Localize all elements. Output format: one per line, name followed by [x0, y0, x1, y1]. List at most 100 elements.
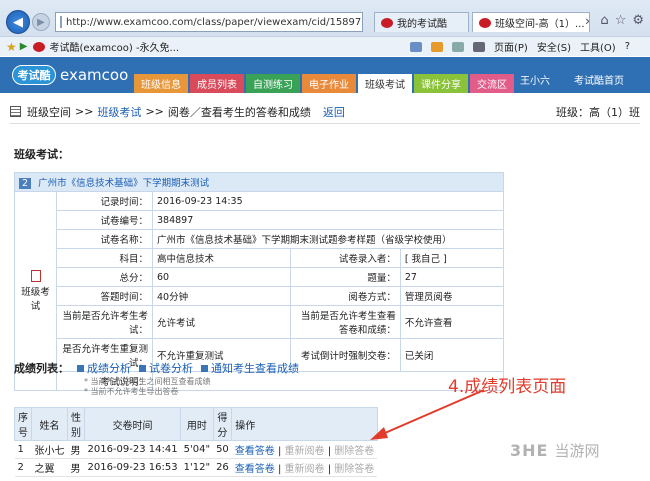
site-logo[interactable]: 考试酷: [12, 65, 56, 85]
cell-no: 1: [14, 440, 32, 459]
safety-menu[interactable]: 安全(S): [537, 39, 571, 54]
close-tab-icon[interactable]: ✕: [585, 17, 589, 28]
browser-tab-1[interactable]: 我的考试酷: [374, 12, 469, 32]
nav-forum[interactable]: 交流区: [470, 74, 514, 93]
cell-score: 50: [213, 440, 232, 459]
exam-title[interactable]: 广州市《信息技术基础》下学期期末测试: [38, 178, 209, 189]
field-value: [ 我自己 ]: [399, 248, 505, 268]
score-analysis-link[interactable]: 成绩分析: [87, 362, 131, 375]
forward-button[interactable]: ▶: [32, 13, 50, 31]
bullet-icon: [139, 365, 146, 372]
back-link[interactable]: 返回: [323, 104, 345, 120]
home-icon[interactable]: ⌂: [600, 13, 608, 28]
print-icon[interactable]: [473, 41, 485, 52]
col-header: 操作: [231, 407, 378, 441]
tools-menu[interactable]: 工具(O): [580, 39, 616, 54]
nav-members[interactable]: 成员列表: [190, 74, 244, 93]
nav-class-info[interactable]: 班级信息: [134, 74, 188, 93]
home-page-icon[interactable]: [410, 41, 422, 52]
col-header: 用时: [180, 407, 214, 441]
nav-courseware[interactable]: 课件分享: [414, 74, 468, 93]
mail-icon[interactable]: [452, 41, 464, 52]
field-label: 当前是否允许考生考试：: [56, 305, 153, 339]
delete-answer-link[interactable]: 删除答卷: [334, 446, 374, 457]
cell-sex: 男: [67, 440, 85, 459]
field-label: 考试倒计时强制交卷：: [289, 338, 401, 372]
table-row: 2 之翼 男 2016-09-23 16:53 1'12" 26 查看答卷 | …: [14, 458, 378, 477]
nav-homework[interactable]: 电子作业: [302, 74, 356, 93]
cell-name: 张小七: [31, 440, 68, 459]
main-nav: 班级信息 成员列表 自测练习 电子作业 班级考试 课件分享 交流区: [134, 74, 514, 93]
breadcrumb-current: 阅卷／查看考生的答卷和成绩: [167, 105, 311, 119]
watermark-logo: 3HE: [510, 441, 549, 460]
field-value: 2016-09-23 14:35: [152, 191, 504, 211]
breadcrumb-sep: >>: [75, 105, 94, 118]
exam-info-table: 2 广州市《信息技术基础》下学期期末测试 班级考试 记录时间： 2016-09-…: [14, 172, 505, 391]
window-icons: ⌂ ☆ ⚙: [600, 13, 644, 28]
cell-time: 2016-09-23 14:41: [84, 440, 181, 459]
cell-sex: 男: [67, 458, 85, 477]
help-icon[interactable]: ?: [625, 41, 630, 52]
view-answer-link[interactable]: 查看答卷: [235, 446, 275, 457]
favorites-bar-item[interactable]: 考试酷(examcoo) -永久免...: [33, 39, 179, 54]
rss-icon[interactable]: [431, 41, 443, 52]
nav-class-exam[interactable]: 班级考试: [358, 74, 412, 93]
cell-score: 26: [213, 458, 232, 477]
field-label: 试卷编号：: [56, 210, 153, 230]
score-list-bar: 成绩列表： 成绩分析 试卷分析 通知考生查看成绩: [14, 360, 299, 376]
field-value: 60: [152, 267, 291, 287]
page-menu[interactable]: 页面(P): [494, 39, 528, 54]
cell-actions: 查看答卷 | 重新阅卷 | 删除答卷: [231, 458, 378, 477]
field-label: 试卷名称：: [56, 229, 153, 249]
breadcrumb-link-exam[interactable]: 班级考试: [97, 104, 141, 120]
field-value: 允许考试: [152, 305, 291, 339]
regrade-link[interactable]: 重新阅卷: [285, 446, 325, 457]
bullet-icon: [201, 365, 208, 372]
browser-tab-2[interactable]: 班级空间-高（1）... ✕: [472, 12, 590, 32]
add-favorite-icon[interactable]: ▶: [20, 41, 28, 52]
field-value: 384897: [152, 210, 504, 230]
field-value: 已关闭: [399, 338, 505, 372]
field-value: 广州市《信息技术基础》下学期期末测试题参考样题（省级学校使用）: [152, 229, 504, 249]
cell-actions: 查看答卷 | 重新阅卷 | 删除答卷: [231, 440, 378, 459]
breadcrumb: 班级空间 >> 班级考试 >> 阅卷／查看考生的答卷和成绩 返回 班级：高（1）…: [10, 100, 640, 124]
home-link[interactable]: 考试酷首页: [574, 72, 624, 87]
gear-icon[interactable]: ⚙: [632, 13, 644, 28]
cell-used: 5'04": [180, 440, 214, 459]
col-header: 性别: [67, 407, 85, 441]
user-name[interactable]: 王小六: [520, 72, 550, 87]
cell-no: 2: [14, 458, 32, 477]
annotation-arrow-icon: [370, 389, 485, 440]
favorites-icon[interactable]: ★: [6, 40, 17, 54]
cell-used: 1'12": [180, 458, 214, 477]
address-url: http://www.examcoo.com/class/paper/viewe…: [66, 16, 362, 28]
document-icon: [30, 270, 41, 282]
view-answer-link[interactable]: 查看答卷: [235, 464, 275, 475]
field-value: 不允许查看: [399, 305, 505, 339]
site-favicon-icon: [33, 41, 46, 52]
regrade-link[interactable]: 重新阅卷: [285, 464, 325, 475]
field-label: 总分：: [56, 267, 153, 287]
bullet-icon: [77, 365, 84, 372]
favorites-star-icon[interactable]: ☆: [615, 13, 627, 28]
col-header: 姓名: [31, 407, 68, 441]
nav-self-test[interactable]: 自测练习: [246, 74, 300, 93]
address-bar[interactable]: http://www.examcoo.com/class/paper/viewe…: [55, 12, 363, 32]
delete-answer-link[interactable]: 删除答卷: [334, 464, 374, 475]
field-label: 答题时间：: [56, 286, 153, 306]
col-header: 序号: [14, 407, 32, 441]
site-favicon-icon: [381, 17, 393, 28]
field-value: 27: [399, 267, 505, 287]
paper-analysis-link[interactable]: 试卷分析: [149, 362, 193, 375]
browser-chrome: ◀ ▶ http://www.examcoo.com/class/paper/v…: [0, 0, 650, 56]
notify-link[interactable]: 通知考生查看成绩: [211, 362, 299, 375]
cell-time: 2016-09-23 16:53: [84, 458, 181, 477]
list-icon: [10, 106, 21, 117]
note-line: * 当前不允许考生导出答卷: [84, 387, 179, 396]
exam-title-row: 2 广州市《信息技术基础》下学期期末测试: [14, 172, 504, 192]
field-label: 记录时间：: [56, 191, 153, 211]
back-button[interactable]: ◀: [6, 10, 30, 34]
exam-number: 2: [19, 178, 32, 189]
field-value: 高中信息技术: [152, 248, 291, 268]
field-label: 当前是否允许考生查看答卷和成绩：: [289, 305, 401, 339]
